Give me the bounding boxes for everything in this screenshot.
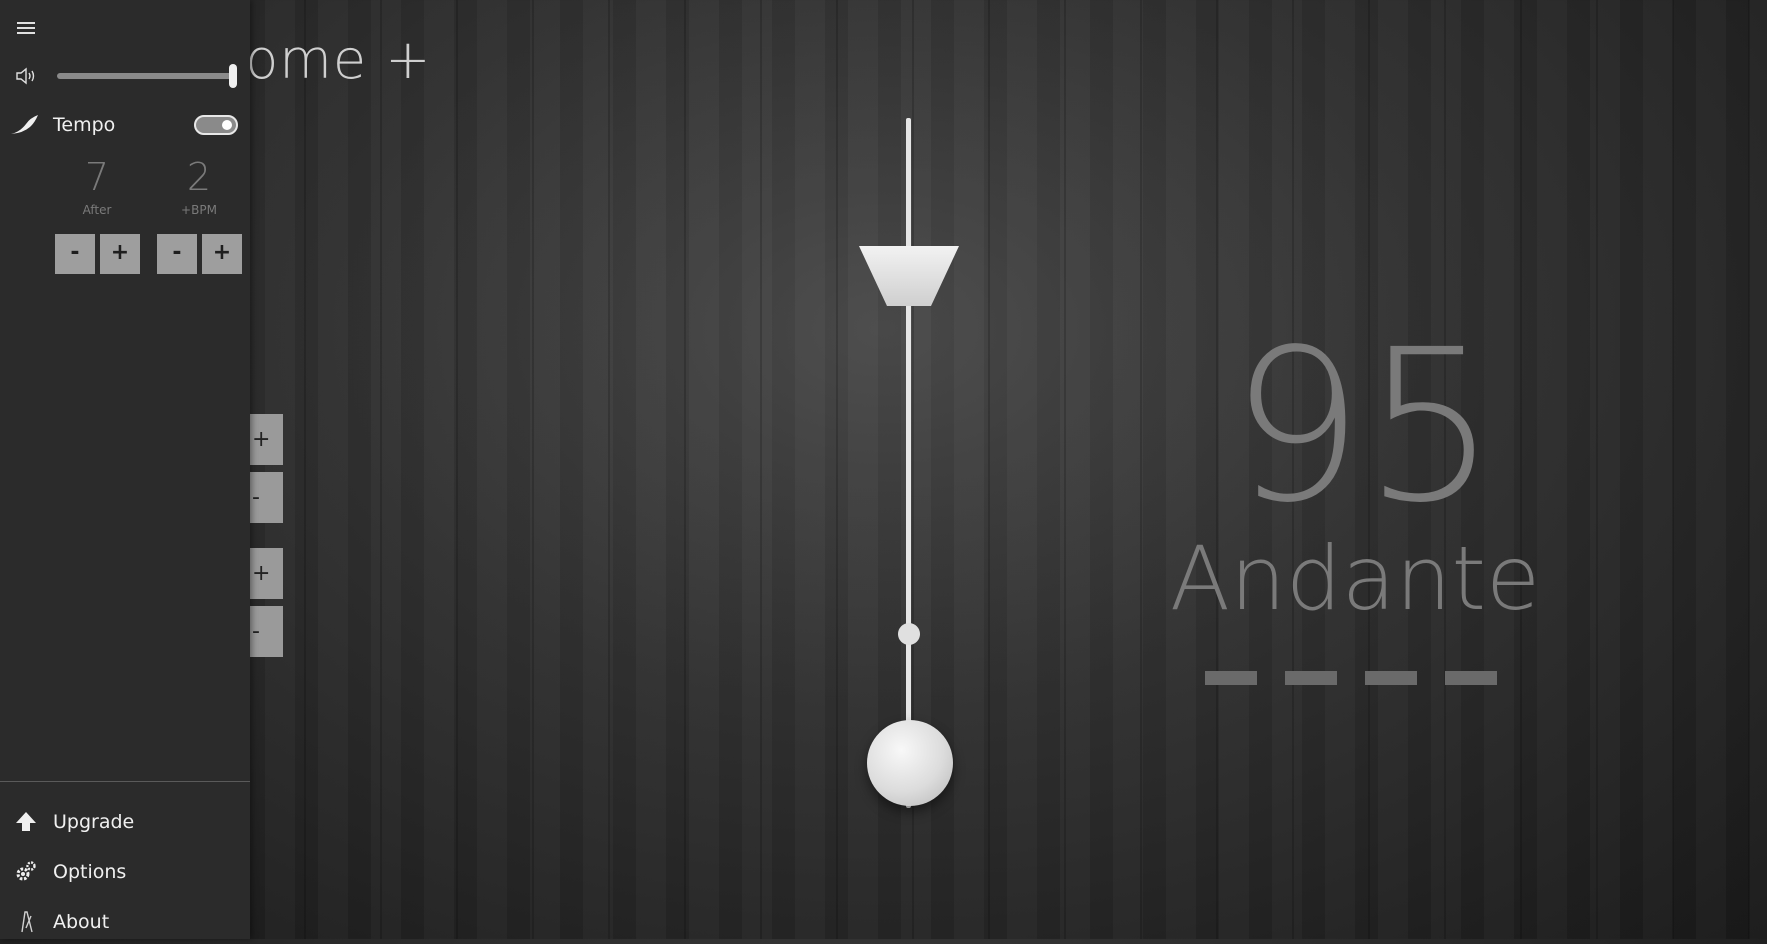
upgrade-arrow-icon — [16, 812, 36, 831]
pendulum-bob — [867, 720, 953, 806]
tempo-wave-icon — [11, 115, 38, 134]
beat-indicator — [1285, 671, 1337, 685]
bpm-step-value: 2 — [186, 155, 212, 199]
pendulum-pivot — [898, 623, 920, 645]
beat-indicator — [1365, 671, 1417, 685]
panel-divider — [0, 781, 250, 782]
menu-item-label: Upgrade — [53, 811, 135, 833]
tempo-toggle[interactable] — [194, 115, 238, 135]
bpm-step-increase-button[interactable]: + — [202, 234, 242, 274]
side-panel: Tempo 7 After 2 +BPM - + - + Upgrade Opt… — [0, 0, 250, 939]
hamburger-menu-icon[interactable] — [17, 20, 35, 34]
bpm-display: 95 — [1230, 304, 1498, 549]
after-value: 7 — [84, 155, 110, 199]
beat-indicator — [1445, 671, 1497, 685]
volume-slider-thumb[interactable] — [229, 64, 237, 88]
menu-item-about[interactable]: About — [0, 900, 250, 944]
volume-icon — [16, 67, 35, 85]
wood-background — [0, 0, 1767, 939]
menu-item-upgrade[interactable]: Upgrade — [0, 800, 250, 844]
volume-slider-track[interactable] — [57, 73, 234, 79]
bpm-step-caption: +BPM — [181, 203, 217, 217]
menu-item-options[interactable]: Options — [0, 850, 250, 894]
beat-indicator — [1205, 671, 1257, 685]
after-caption: After — [82, 203, 112, 217]
pendulum-weight[interactable] — [859, 246, 959, 306]
menu-item-label: Options — [53, 861, 127, 883]
beat-indicators — [1205, 671, 1497, 685]
beats-increase-button[interactable]: + — [250, 548, 283, 599]
beats-decrease-button[interactable]: - — [250, 606, 283, 657]
metronome-icon — [21, 911, 33, 933]
tempo-marking: Andante — [1169, 527, 1541, 630]
after-increase-button[interactable]: + — [100, 234, 140, 274]
bpm-step-decrease-button[interactable]: - — [157, 234, 197, 274]
after-decrease-button[interactable]: - — [55, 234, 95, 274]
menu-item-label: About — [53, 911, 110, 933]
tempo-decrease-button[interactable]: - — [250, 472, 283, 523]
tempo-label: Tempo — [53, 114, 116, 136]
tempo-increase-button[interactable]: + — [250, 414, 283, 465]
pendulum-rod — [906, 118, 911, 808]
gears-icon — [16, 861, 36, 881]
